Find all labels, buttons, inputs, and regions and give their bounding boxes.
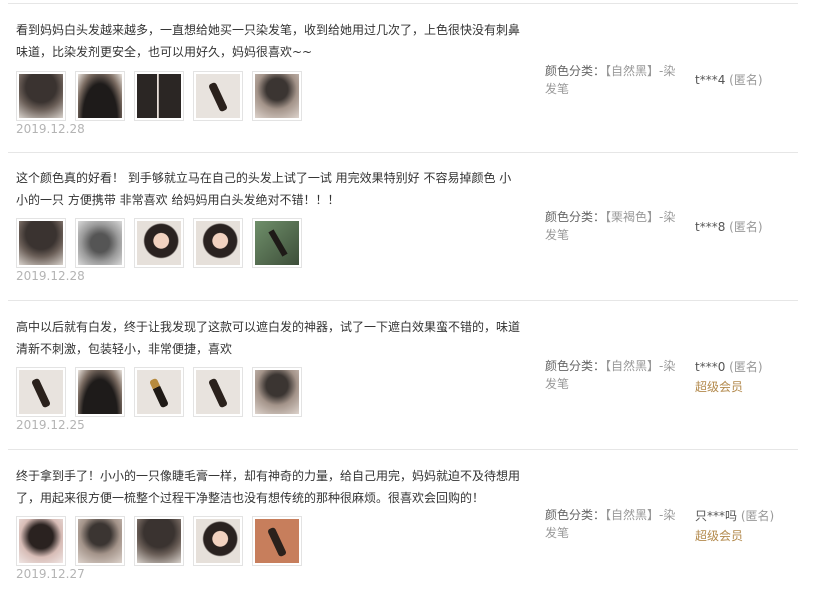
- sku-label: 颜色分类：: [545, 64, 606, 78]
- review-photo[interactable]: [134, 367, 184, 417]
- reviewer: t***0 (匿名) 超级会员: [695, 357, 763, 397]
- review-item: 高中以后就有白发，终于让我发现了这款可以遮白发的神器，试了一下遮白效果蛮不错的，…: [8, 301, 798, 450]
- review-date: 2019.12.25: [16, 418, 85, 432]
- review-photo[interactable]: [75, 218, 125, 268]
- reviewer: 只***吗 (匿名) 超级会员: [695, 506, 774, 546]
- review-photo[interactable]: [16, 71, 66, 121]
- review-photos: [16, 71, 302, 121]
- review-photo[interactable]: [252, 516, 302, 566]
- review-date: 2019.12.27: [16, 567, 85, 581]
- review-photo[interactable]: [193, 218, 243, 268]
- review-photo[interactable]: [252, 71, 302, 121]
- review-photo[interactable]: [16, 516, 66, 566]
- review-photo[interactable]: [16, 218, 66, 268]
- review-photo[interactable]: [134, 71, 184, 121]
- sku-info: 颜色分类：【栗褐色】-染发笔: [545, 208, 680, 244]
- review-text: 看到妈妈白头发越来越多，一直想给她买一只染发笔，收到给她用过几次了，上色很快没有…: [16, 23, 521, 59]
- review-photo[interactable]: [252, 218, 302, 268]
- review-photos: [16, 367, 302, 417]
- reviewer: t***8 (匿名): [695, 217, 763, 237]
- reviewer-name: t***8: [695, 220, 726, 234]
- review-text: 高中以后就有白发，终于让我发现了这款可以遮白发的神器，试了一下遮白效果蛮不错的，…: [16, 320, 521, 356]
- review-date: 2019.12.28: [16, 269, 85, 283]
- review-photo[interactable]: [134, 516, 184, 566]
- review-date: 2019.12.28: [16, 122, 85, 136]
- anonymous-tag: (匿名): [729, 360, 763, 374]
- reviewer-name: t***0: [695, 360, 726, 374]
- vip-badge: 超级会员: [695, 529, 744, 543]
- sku-label: 颜色分类：: [545, 359, 606, 373]
- reviewer-name: 只***吗: [695, 509, 738, 523]
- review-photos: [16, 516, 302, 566]
- sku-info: 颜色分类：【自然黑】-染发笔: [545, 506, 680, 542]
- review-photo[interactable]: [134, 218, 184, 268]
- vip-badge: 超级会员: [695, 380, 744, 394]
- review-photos: [16, 218, 302, 268]
- review-item: 看到妈妈白头发越来越多，一直想给她买一只染发笔，收到给她用过几次了，上色很快没有…: [8, 3, 798, 153]
- review-photo[interactable]: [252, 367, 302, 417]
- review-text: 终于拿到手了！小小的一只像睫毛膏一样，却有神奇的力量，给自己用完，妈妈就迫不及待…: [16, 469, 521, 505]
- review-photo[interactable]: [193, 516, 243, 566]
- anonymous-tag: (匿名): [729, 220, 763, 234]
- anonymous-tag: (匿名): [729, 73, 763, 87]
- sku-label: 颜色分类：: [545, 508, 606, 522]
- review-photo[interactable]: [16, 367, 66, 417]
- sku-info: 颜色分类：【自然黑】-染发笔: [545, 62, 680, 98]
- review-photo[interactable]: [193, 367, 243, 417]
- review-photo[interactable]: [75, 71, 125, 121]
- reviewer-name: t***4: [695, 73, 726, 87]
- sku-info: 颜色分类：【自然黑】-染发笔: [545, 357, 680, 393]
- anonymous-tag: (匿名): [740, 509, 775, 523]
- sku-label: 颜色分类：: [545, 210, 606, 224]
- review-item: 终于拿到手了！小小的一只像睫毛膏一样，却有神奇的力量，给自己用完，妈妈就迫不及待…: [8, 450, 798, 598]
- reviewer: t***4 (匿名): [695, 70, 763, 90]
- review-photo[interactable]: [193, 71, 243, 121]
- review-photo[interactable]: [75, 367, 125, 417]
- review-item: 这个颜色真的好看！ 到手够就立马在自己的头发上试了一试 用完效果特别好 不容易掉…: [8, 152, 798, 301]
- review-photo[interactable]: [75, 516, 125, 566]
- review-text: 这个颜色真的好看！ 到手够就立马在自己的头发上试了一试 用完效果特别好 不容易掉…: [16, 171, 512, 207]
